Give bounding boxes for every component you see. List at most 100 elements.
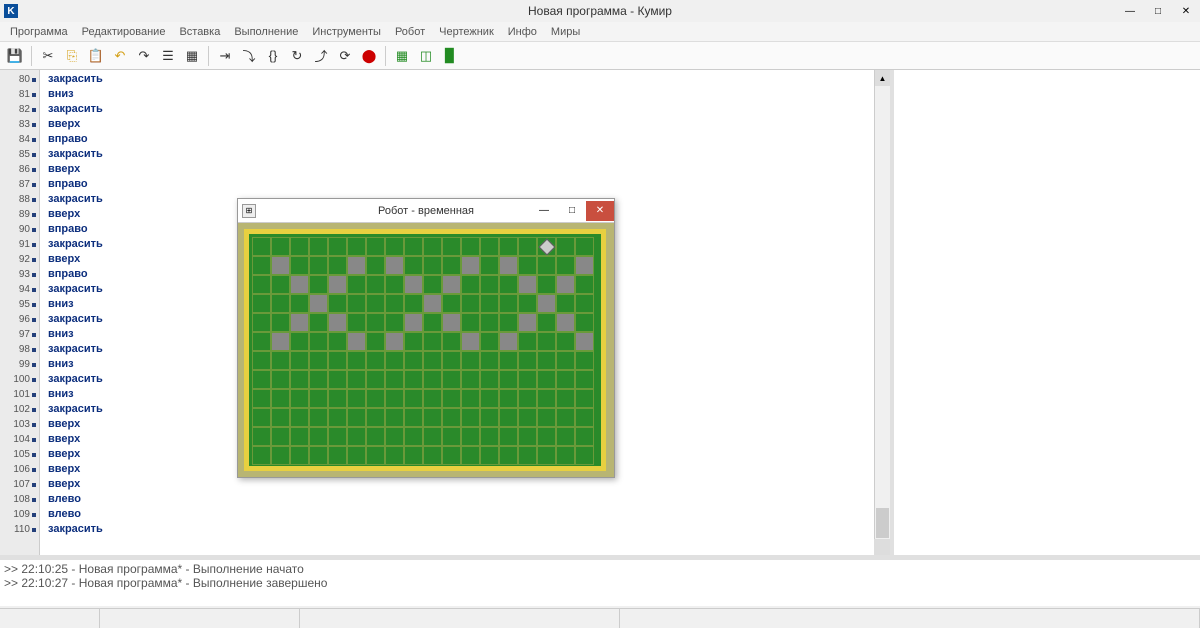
grid-cell[interactable] xyxy=(404,237,423,256)
grid-cell[interactable] xyxy=(575,275,594,294)
grid-cell[interactable] xyxy=(575,408,594,427)
grid-cell[interactable] xyxy=(575,237,594,256)
grid-cell[interactable] xyxy=(575,351,594,370)
step-over-icon[interactable]: ↻ xyxy=(286,45,308,67)
grid-cell[interactable] xyxy=(328,389,347,408)
grid-cell[interactable] xyxy=(461,275,480,294)
grid-cell[interactable] xyxy=(480,275,499,294)
grid-cell[interactable] xyxy=(442,237,461,256)
grid-cell[interactable] xyxy=(461,389,480,408)
grid-cell[interactable] xyxy=(480,370,499,389)
code-line[interactable]: закрасить xyxy=(48,102,882,117)
grid-cell[interactable] xyxy=(537,446,556,465)
grid-cell[interactable] xyxy=(404,389,423,408)
grid-cell[interactable] xyxy=(518,256,537,275)
robot-close-button[interactable]: ✕ xyxy=(586,201,614,221)
grid-cell[interactable] xyxy=(480,313,499,332)
undo-icon[interactable]: ↶ xyxy=(109,45,131,67)
grid-cell[interactable] xyxy=(423,237,442,256)
grid-cell[interactable] xyxy=(385,256,404,275)
grid-cell[interactable] xyxy=(271,256,290,275)
grid-cell[interactable] xyxy=(499,313,518,332)
grid-cell[interactable] xyxy=(575,446,594,465)
grid-cell[interactable] xyxy=(290,294,309,313)
grid-cell[interactable] xyxy=(518,446,537,465)
pause-icon[interactable]: ⟳ xyxy=(334,45,356,67)
grid-cell[interactable] xyxy=(347,389,366,408)
grid-cell[interactable] xyxy=(252,237,271,256)
grid-cell[interactable] xyxy=(385,237,404,256)
grid-cell[interactable] xyxy=(537,313,556,332)
grid-cell[interactable] xyxy=(499,256,518,275)
grid-cell[interactable] xyxy=(537,408,556,427)
grid-cell[interactable] xyxy=(347,427,366,446)
grid-cell[interactable] xyxy=(366,370,385,389)
grid-cell[interactable] xyxy=(290,351,309,370)
grid-cell[interactable] xyxy=(404,427,423,446)
list-icon[interactable]: ☰ xyxy=(157,45,179,67)
robot-window[interactable]: ⊞ Робот - временная — □ ✕ xyxy=(237,198,615,478)
minimize-button[interactable]: — xyxy=(1116,2,1144,20)
grid-cell[interactable] xyxy=(328,351,347,370)
grid-cell[interactable] xyxy=(423,427,442,446)
grid-cell[interactable] xyxy=(252,427,271,446)
code-line[interactable]: вверх xyxy=(48,477,882,492)
code-line[interactable]: вправо xyxy=(48,177,882,192)
grid-cell[interactable] xyxy=(423,351,442,370)
grid-cell[interactable] xyxy=(347,408,366,427)
grid-cell[interactable] xyxy=(309,313,328,332)
grid-cell[interactable] xyxy=(347,275,366,294)
redo-icon[interactable]: ↷ xyxy=(133,45,155,67)
grid-cell[interactable] xyxy=(537,370,556,389)
menu-item[interactable]: Инфо xyxy=(502,24,543,40)
save-icon[interactable]: 💾 xyxy=(4,45,26,67)
grid-cell[interactable] xyxy=(442,389,461,408)
paste-icon[interactable]: 📋 xyxy=(85,45,107,67)
grid-cell[interactable] xyxy=(252,408,271,427)
grid-cell[interactable] xyxy=(461,332,480,351)
grid-cell[interactable] xyxy=(442,332,461,351)
grid-cell[interactable] xyxy=(423,294,442,313)
grid-cell[interactable] xyxy=(404,446,423,465)
grid-cell[interactable] xyxy=(271,275,290,294)
grid-cell[interactable] xyxy=(537,294,556,313)
grid-cell[interactable] xyxy=(499,408,518,427)
grid-cell[interactable] xyxy=(442,256,461,275)
grid-cell[interactable] xyxy=(556,237,575,256)
grid-cell[interactable] xyxy=(423,389,442,408)
grid-cell[interactable] xyxy=(309,294,328,313)
grid-cell[interactable] xyxy=(556,408,575,427)
grid-cell[interactable] xyxy=(442,370,461,389)
grid-cell[interactable] xyxy=(252,446,271,465)
grid-cell[interactable] xyxy=(575,332,594,351)
grid-cell[interactable] xyxy=(347,256,366,275)
grid-cell[interactable] xyxy=(290,389,309,408)
grid-cell[interactable] xyxy=(290,313,309,332)
grid-cell[interactable] xyxy=(518,351,537,370)
menu-item[interactable]: Миры xyxy=(545,24,586,40)
grid-cell[interactable] xyxy=(271,294,290,313)
close-button[interactable]: ✕ xyxy=(1172,2,1200,20)
grid-cell[interactable] xyxy=(423,313,442,332)
grid-cell[interactable] xyxy=(575,427,594,446)
grid-cell[interactable] xyxy=(290,237,309,256)
robot-field[interactable] xyxy=(244,229,606,471)
code-line[interactable]: вправо xyxy=(48,132,882,147)
grid-cell[interactable] xyxy=(404,332,423,351)
grid-cell[interactable] xyxy=(442,446,461,465)
grid-cell[interactable] xyxy=(366,294,385,313)
grid-cell[interactable] xyxy=(385,275,404,294)
grid-cell[interactable] xyxy=(290,370,309,389)
code-line[interactable]: закрасить xyxy=(48,72,882,87)
grid-cell[interactable] xyxy=(556,313,575,332)
grid-cell[interactable] xyxy=(518,389,537,408)
grid-cell[interactable] xyxy=(575,313,594,332)
grid-cell[interactable] xyxy=(499,389,518,408)
grid-cell[interactable] xyxy=(366,237,385,256)
step-out-icon[interactable]: ⤴ xyxy=(310,45,332,67)
grid-cell[interactable] xyxy=(271,389,290,408)
grid-cell[interactable] xyxy=(461,370,480,389)
menu-item[interactable]: Робот xyxy=(389,24,431,40)
grid-cell[interactable] xyxy=(290,332,309,351)
grid-cell[interactable] xyxy=(461,351,480,370)
